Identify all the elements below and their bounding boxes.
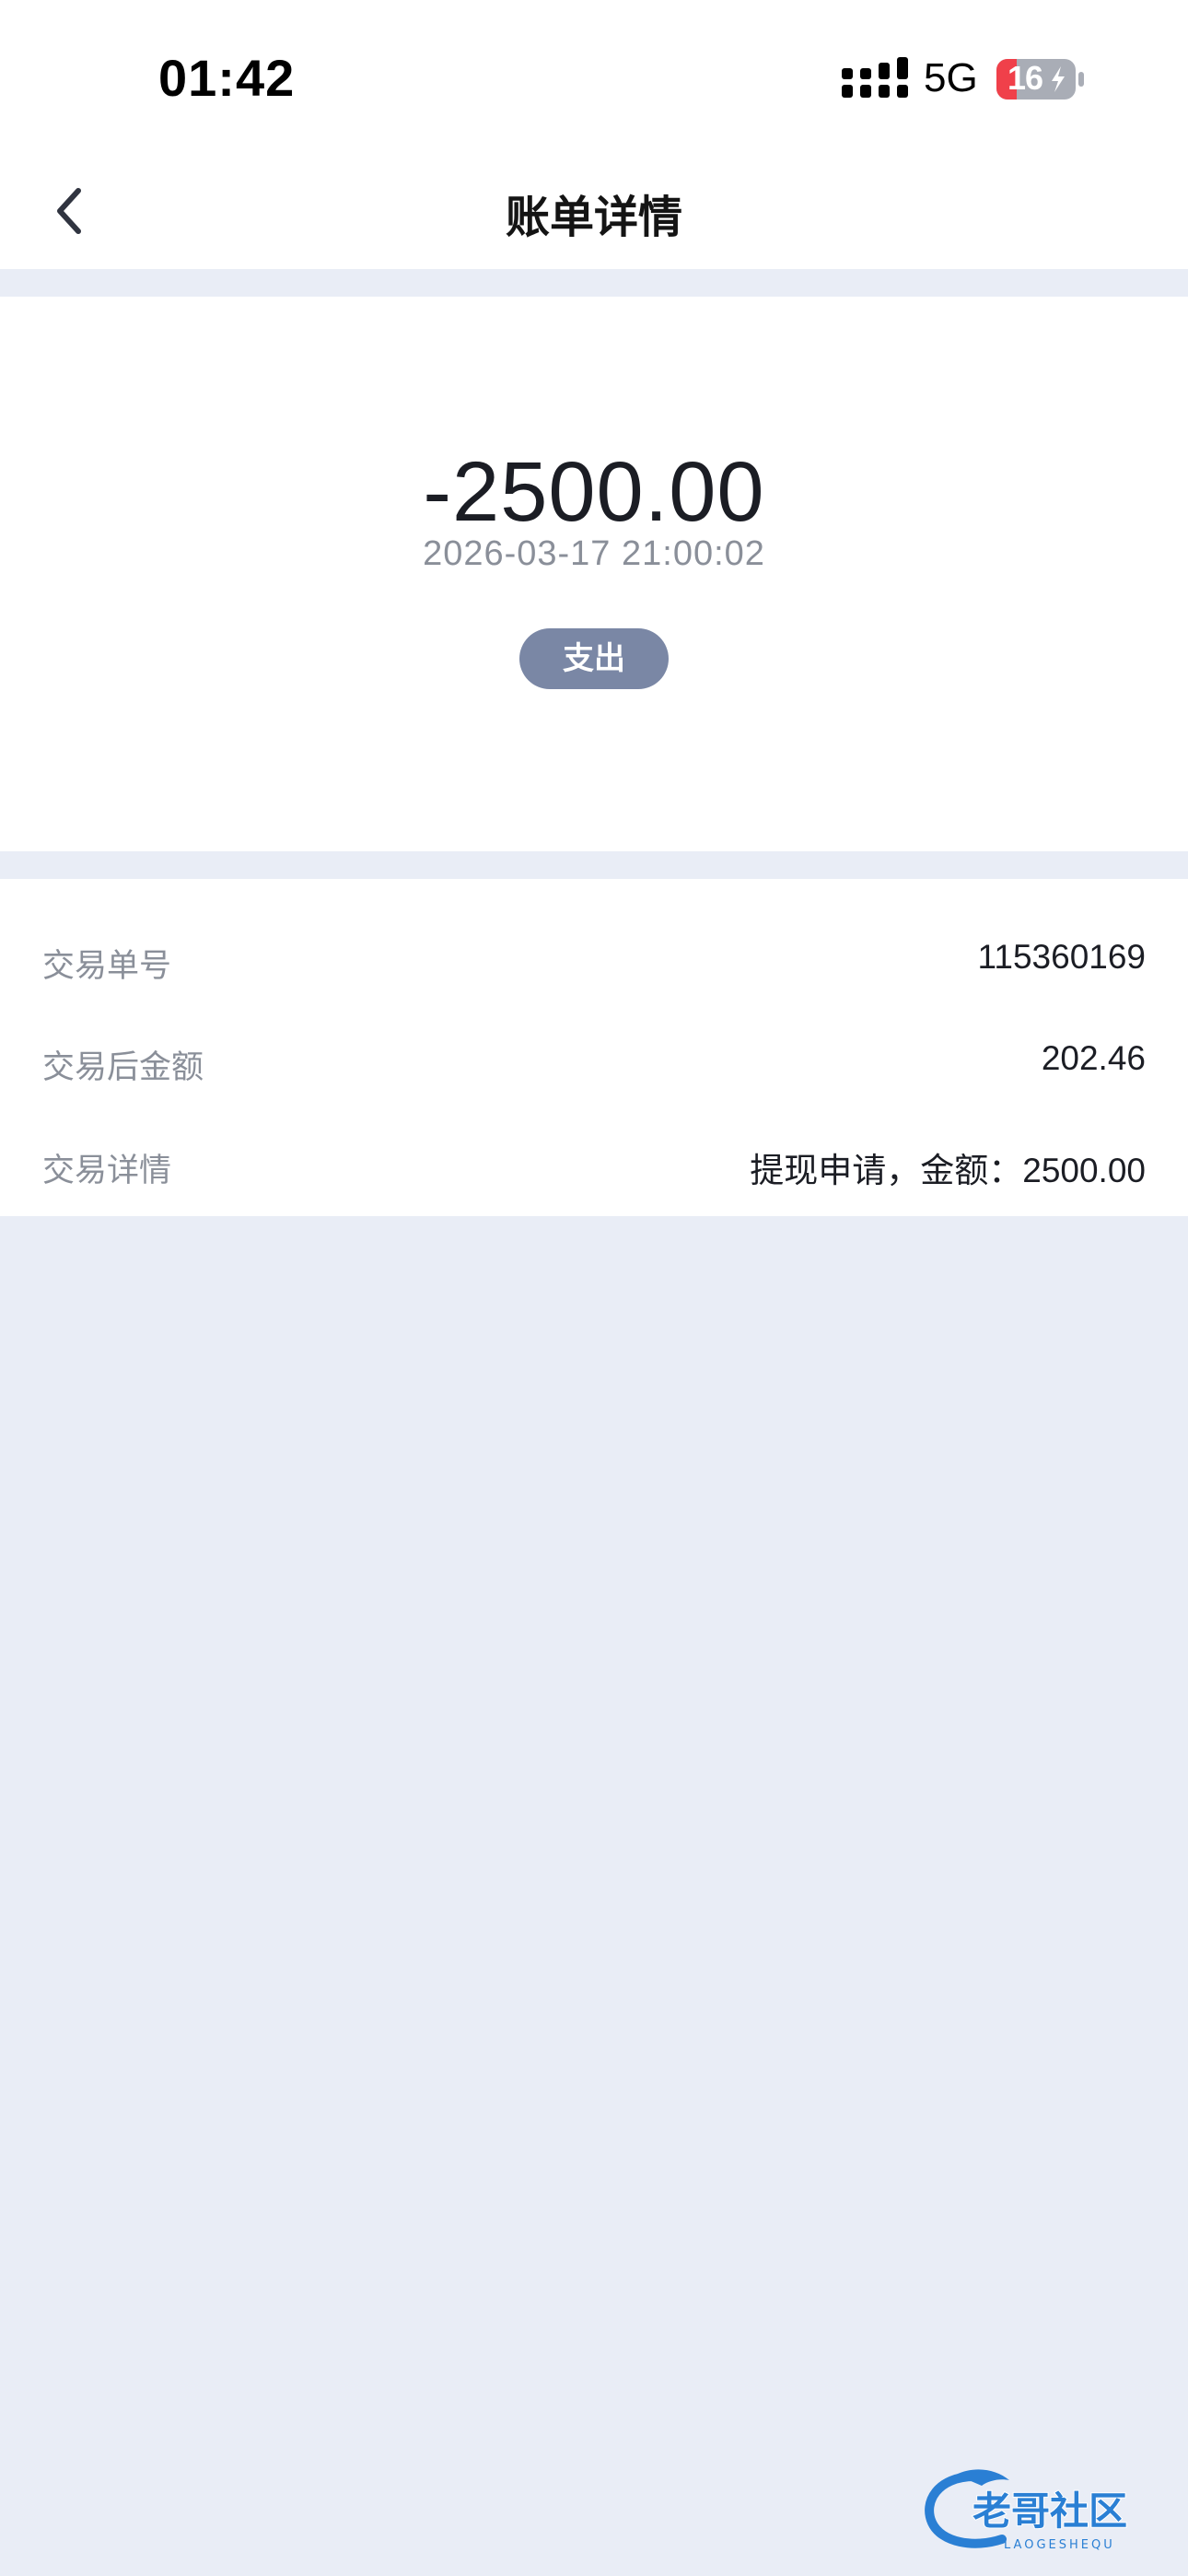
nav-bar: 账单详情 xyxy=(0,157,1188,269)
transaction-type-badge: 支出 xyxy=(519,628,669,689)
detail-value: 提现申请，金额：2500.00 xyxy=(750,1152,1146,1189)
page-title: 账单详情 xyxy=(505,192,682,243)
detail-row-balance-after: 交易后金额 202.46 xyxy=(0,1025,1188,1098)
detail-row-order-number: 交易单号 115360169 xyxy=(0,923,1188,997)
network-type: 5G xyxy=(924,55,978,100)
detail-label: 交易详情 xyxy=(42,1153,172,1189)
battery-level: 16 xyxy=(1007,59,1043,97)
svg-text:老哥社区: 老哥社区 xyxy=(973,2488,1127,2534)
detail-value: 115360169 xyxy=(977,938,1146,976)
detail-label: 交易单号 xyxy=(42,948,172,985)
transaction-datetime: 2026-03-17 21:00:02 xyxy=(423,534,765,573)
detail-value: 202.46 xyxy=(1041,1039,1146,1077)
status-time: 01:42 xyxy=(158,49,296,107)
cellular-signal-icon xyxy=(842,57,908,98)
status-bar: 01:42 5G 16 xyxy=(0,0,1188,157)
detail-list: 交易单号 115360169 交易后金额 202.46 交易详情 提现申请，金额… xyxy=(0,879,1188,1216)
amount-card: -2500.00 2026-03-17 21:00:02 支出 xyxy=(0,297,1188,851)
transaction-amount: -2500.00 xyxy=(423,445,765,539)
detail-row-description: 交易详情 提现申请，金额：2500.00 xyxy=(0,1128,1188,1201)
watermark-logo: 老哥社区 LAOGESHEQU xyxy=(925,2469,1128,2552)
svg-text:LAOGESHEQU: LAOGESHEQU xyxy=(1004,2538,1115,2552)
detail-label: 交易后金额 xyxy=(42,1049,204,1086)
